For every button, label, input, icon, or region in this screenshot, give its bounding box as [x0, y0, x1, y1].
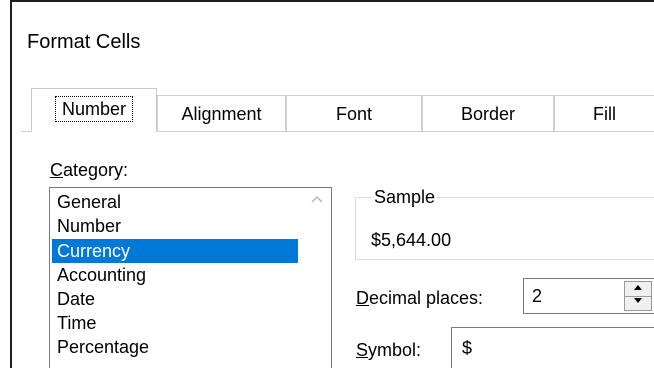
- triangle-down-icon-glyph: [634, 298, 642, 303]
- tab-alignment[interactable]: Alignment: [157, 95, 286, 131]
- category-item-date[interactable]: Date: [52, 287, 298, 311]
- category-label-accesskey: C: [50, 160, 63, 180]
- tab-number[interactable]: Number: [31, 88, 157, 132]
- decimal-places-spinner[interactable]: [624, 281, 652, 311]
- category-item-percentage[interactable]: Percentage: [52, 335, 298, 359]
- tab-font[interactable]: Font: [286, 95, 422, 131]
- symbol-dropdown[interactable]: $: [451, 327, 654, 368]
- category-item-number[interactable]: Number: [52, 214, 298, 238]
- decimal-places-accesskey: D: [356, 288, 369, 308]
- symbol-label: Symbol:: [356, 338, 421, 362]
- chevron-up-icon-glyph: [311, 195, 323, 203]
- category-item-time[interactable]: Time: [52, 311, 298, 335]
- window-border-left: [10, 0, 12, 368]
- tab-border-label: Border: [460, 104, 516, 124]
- decimal-places-label-text: ecimal places:: [369, 288, 484, 308]
- triangle-up-icon[interactable]: [625, 282, 651, 297]
- category-label-text: ategory:: [63, 160, 129, 180]
- triangle-down-icon[interactable]: [625, 296, 651, 310]
- format-cells-dialog: Format Cells Number Alignment Font Borde…: [0, 0, 654, 368]
- symbol-label-text: ymbol:: [368, 340, 422, 360]
- sample-legend: Sample: [372, 186, 438, 208]
- tab-fill[interactable]: Fill: [554, 95, 654, 131]
- dialog-title: Format Cells: [27, 31, 141, 53]
- tab-font-label: Font: [335, 104, 373, 124]
- symbol-label-accesskey: S: [356, 340, 369, 360]
- tab-border[interactable]: Border: [422, 95, 554, 131]
- category-item-general[interactable]: General: [52, 190, 298, 214]
- decimal-places-label: Decimal places:: [356, 286, 483, 310]
- category-item-currency[interactable]: Currency: [52, 239, 298, 263]
- triangle-up-icon-glyph: [634, 285, 642, 290]
- category-listbox[interactable]: General Number Currency Accounting Date …: [49, 187, 332, 368]
- window-border-top: [10, 0, 654, 2]
- category-item-accounting[interactable]: Accounting: [52, 263, 298, 287]
- tab-fill-label: Fill: [593, 104, 616, 124]
- chevron-up-icon[interactable]: [309, 194, 325, 206]
- sample-value: $5,644.00: [371, 230, 452, 250]
- tab-alignment-label: Alignment: [181, 104, 262, 124]
- tab-number-label: Number: [54, 96, 134, 122]
- category-label: Category:: [50, 159, 128, 181]
